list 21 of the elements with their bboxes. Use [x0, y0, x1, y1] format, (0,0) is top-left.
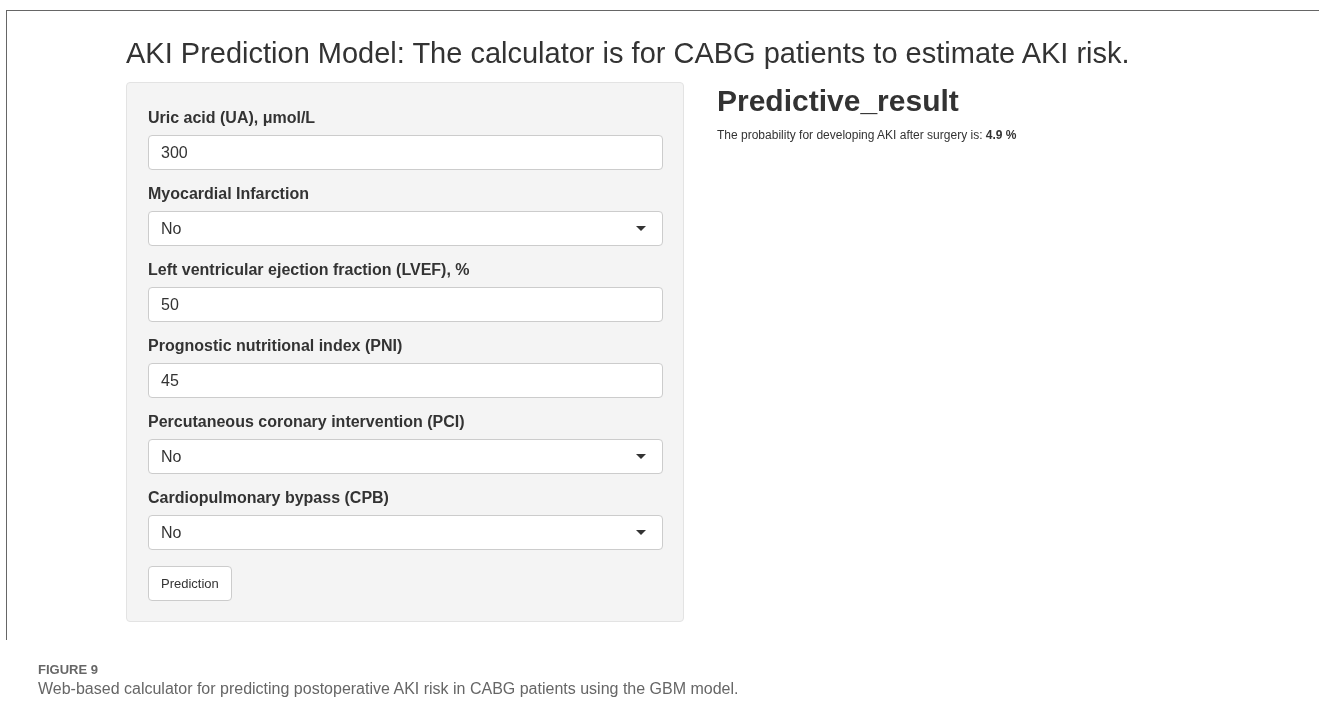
dropdown[interactable]: No: [148, 211, 663, 246]
caret-icon: [636, 226, 646, 231]
input-field[interactable]: 300: [148, 135, 663, 170]
caret-icon: [636, 454, 646, 459]
dropdown[interactable]: No: [148, 439, 663, 474]
field-label: Prognostic nutritional index (PNI): [148, 336, 404, 356]
field-label: Left ventricular ejection fraction (LVEF), %: [148, 260, 471, 280]
result-text: The probability for developing AKI after surgery is: 4.9 %: [717, 128, 1017, 142]
field-label: Cardiopulmonary bypass (CPB): [148, 488, 390, 508]
field-label: Uric acid (UA), μmol/L: [148, 108, 317, 128]
input-field[interactable]: 50: [148, 287, 663, 322]
field-label: Myocardial Infarction: [148, 184, 310, 204]
field-label: Percutaneous coronary intervention (PCI): [148, 412, 466, 432]
input-field[interactable]: 45: [148, 363, 663, 398]
caret-icon: [636, 530, 646, 535]
prediction-button[interactable]: Prediction: [148, 566, 232, 601]
dropdown[interactable]: No: [148, 515, 663, 550]
result-heading: Predictive_result: [717, 83, 960, 119]
page-title: AKI Prediction Model: The calculator is for CABG patients to estimate AKI risk.: [126, 36, 1131, 70]
figure-caption: Web-based calculator for predicting postoperative AKI risk in CABG patients using the GBM model.: [38, 679, 740, 699]
figure-label: FIGURE 9: [38, 662, 99, 678]
